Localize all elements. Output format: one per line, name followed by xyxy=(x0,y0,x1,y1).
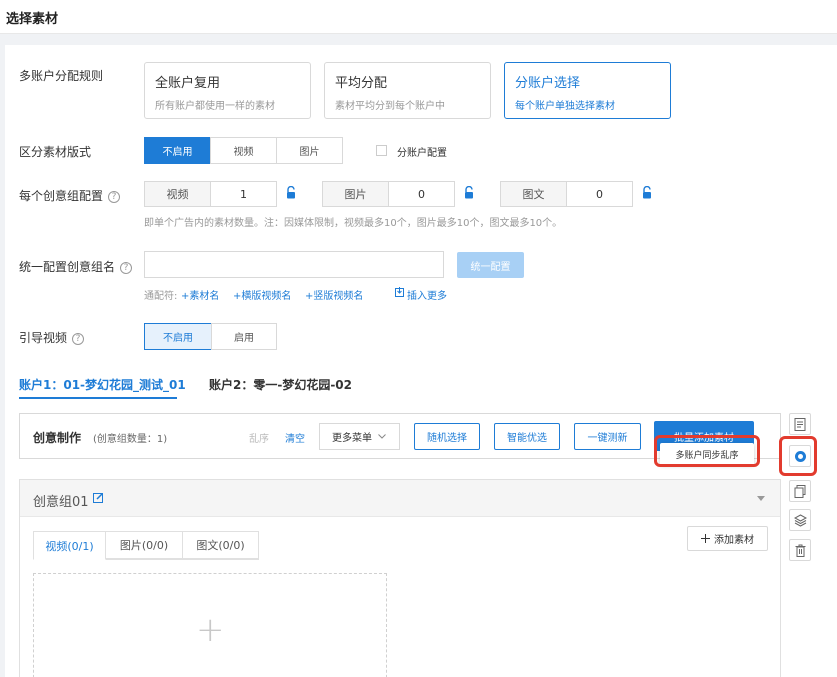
rule-option-title: 分账户选择 xyxy=(515,76,581,91)
rule-option-title: 平均分配 xyxy=(335,76,388,91)
tab-imagetext[interactable]: 图文(0/0) xyxy=(182,531,259,559)
tab-video[interactable]: 视频(0/1) xyxy=(33,531,106,560)
insert-more-link[interactable]: 插入更多 xyxy=(407,287,447,302)
edit-icon[interactable] xyxy=(93,492,104,503)
highlight-box xyxy=(654,435,760,467)
format-segment: 不启用 视频 图片 xyxy=(144,137,343,164)
plus-icon xyxy=(701,534,710,543)
tab-image[interactable]: 图片(0/0) xyxy=(105,531,183,559)
group-name-input[interactable] xyxy=(144,251,444,278)
rule-option-desc: 素材平均分到每个账户中 xyxy=(335,101,445,112)
rule-option-per-account[interactable]: 分账户选择 每个账户单独选择素材 xyxy=(504,62,671,119)
upload-plus-icon: + xyxy=(196,610,225,650)
copy-icon[interactable] xyxy=(789,480,811,502)
smart-select-button[interactable]: 智能优选 xyxy=(494,423,560,450)
config-imagetext: 图文 0 xyxy=(500,181,633,207)
guide-video-segment: 不启用 启用 xyxy=(144,323,277,350)
format-option-video[interactable]: 视频 xyxy=(210,137,277,164)
rule-option-reuse[interactable]: 全账户复用 所有账户都使用一样的素材 xyxy=(144,62,311,119)
unlock-icon[interactable] xyxy=(464,186,474,199)
config-key: 图文 xyxy=(500,181,567,207)
config-image-input[interactable]: 0 xyxy=(389,181,455,207)
per-account-checkbox-label: 分账户配置 xyxy=(397,148,447,159)
highlight-box xyxy=(779,436,817,476)
per-account-checkbox[interactable] xyxy=(376,145,387,156)
creative-group-header xyxy=(20,480,780,517)
guide-option-enabled[interactable]: 启用 xyxy=(211,323,277,350)
add-material-button[interactable]: 添加素材 xyxy=(687,526,768,551)
insert-icon xyxy=(395,287,404,297)
guide-video-label: 引导视频? xyxy=(19,329,85,346)
config-image: 图片 0 xyxy=(322,181,455,207)
format-option-image[interactable]: 图片 xyxy=(276,137,343,164)
clear-link[interactable]: 清空 xyxy=(285,430,305,445)
page-title: 选择素材 xyxy=(6,12,59,27)
group-config-label: 每个创意组配置? xyxy=(19,187,121,204)
help-icon[interactable]: ? xyxy=(72,332,85,345)
creative-group-title: 创意组01 xyxy=(33,495,89,510)
wildcard-landscape-video[interactable]: +横版视频名 xyxy=(233,287,291,302)
random-select-button[interactable]: 随机选择 xyxy=(414,423,480,450)
rule-label: 多账户分配规则 xyxy=(19,69,104,83)
one-key-test-button[interactable]: 一键测新 xyxy=(574,423,641,450)
shuffle-label[interactable]: 乱序 xyxy=(249,430,269,445)
name-config-label: 统一配置创意组名? xyxy=(19,258,133,275)
wildcard-portrait-video[interactable]: +竖版视频名 xyxy=(305,287,363,302)
config-key: 图片 xyxy=(322,181,389,207)
wildcard-label: 通配符: xyxy=(144,291,178,302)
unlock-icon[interactable] xyxy=(642,186,652,199)
config-video: 视频 1 xyxy=(144,181,277,207)
format-option-disabled[interactable]: 不启用 xyxy=(144,137,211,164)
help-icon[interactable]: ? xyxy=(108,190,121,203)
group-config-hint: 即单个广告内的素材数量。注：因媒体限制，视频最多10个，图片最多10个，图文最多… xyxy=(144,218,563,229)
unified-config-button[interactable]: 统一配置 xyxy=(457,252,524,278)
more-menu-dropdown[interactable]: 更多菜单 xyxy=(319,423,400,450)
config-imagetext-input[interactable]: 0 xyxy=(567,181,633,207)
account-tab-2[interactable]: 账户2：零一-梦幻花园-02 xyxy=(209,376,352,393)
chevron-down-icon xyxy=(378,434,386,439)
collapse-icon[interactable] xyxy=(757,496,765,501)
layers-icon[interactable] xyxy=(789,509,811,531)
document-icon[interactable] xyxy=(789,413,811,435)
config-key: 视频 xyxy=(144,181,211,207)
wildcard-material-name[interactable]: +素材名 xyxy=(181,287,219,302)
guide-option-disabled[interactable]: 不启用 xyxy=(144,323,212,350)
rule-option-title: 全账户复用 xyxy=(155,76,221,91)
delete-icon[interactable] xyxy=(789,539,811,561)
unlock-icon[interactable] xyxy=(286,186,296,199)
active-tab-underline xyxy=(19,397,177,399)
rule-option-desc: 每个账户单独选择素材 xyxy=(515,101,615,112)
creative-title: 创意制作 xyxy=(33,431,82,445)
help-icon[interactable]: ? xyxy=(120,261,133,274)
creative-group-count: (创意组数量：1) xyxy=(93,434,168,445)
rule-option-average[interactable]: 平均分配 素材平均分到每个账户中 xyxy=(324,62,491,119)
rule-option-desc: 所有账户都使用一样的素材 xyxy=(155,101,275,112)
top-bar xyxy=(0,0,837,34)
config-video-input[interactable]: 1 xyxy=(211,181,277,207)
format-label: 区分素材版式 xyxy=(19,145,92,159)
account-tab-1[interactable]: 账户1：01-梦幻花园_测试_01 xyxy=(19,376,186,393)
